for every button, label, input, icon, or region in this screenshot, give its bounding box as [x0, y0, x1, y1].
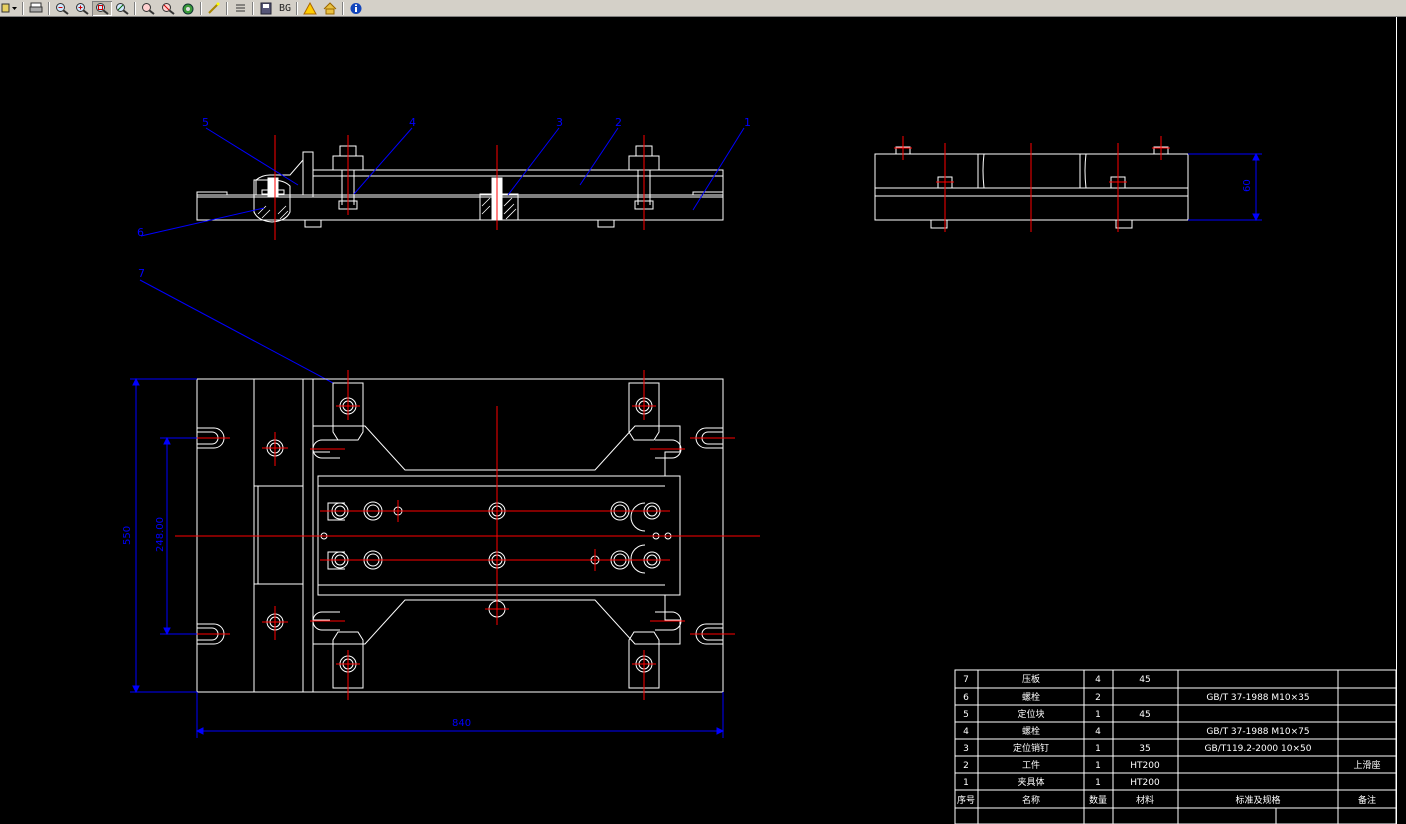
- bom-cell-name: 螺栓: [1022, 691, 1040, 703]
- balloon-4: 4: [409, 116, 416, 129]
- bom-cell-material: HT200: [1130, 778, 1160, 788]
- bom-cell-name: 定位销钉: [1013, 742, 1049, 754]
- bom-cell-standard: GB/T119.2-2000 10×50: [1205, 744, 1312, 754]
- dim-side-height: 60: [1242, 179, 1253, 192]
- bom-cell-no: 1: [963, 778, 969, 788]
- dim-total-height: 550: [122, 526, 133, 545]
- balloon-7: 7: [138, 267, 145, 280]
- bom-cell-name: 压板: [1022, 673, 1040, 685]
- bom-cell-name: 工件: [1022, 759, 1040, 771]
- bom-header-qty: 数量: [1089, 794, 1107, 806]
- toolbar-separator: [200, 1, 202, 15]
- color-dropdown-icon[interactable]: [0, 1, 20, 16]
- bom-cell-material: HT200: [1130, 761, 1160, 771]
- warning-icon[interactable]: [300, 1, 320, 16]
- balloon-3: 3: [556, 116, 563, 129]
- toolbar-separator: [48, 1, 50, 15]
- bom-cell-material: 45: [1139, 675, 1150, 685]
- bom-cell-no: 4: [963, 727, 969, 737]
- balloon-6: 6: [137, 226, 144, 239]
- toolbar-separator: [22, 1, 24, 15]
- toolbar-separator: [134, 1, 136, 15]
- zoom-extents-icon[interactable]: [158, 1, 178, 16]
- bom-cell-qty: 1: [1095, 710, 1101, 720]
- cad-drawing-canvas[interactable]: 1 2 3 4 5 6 7 60 550 248.00 840 7 压板 4 4…: [0, 17, 1396, 824]
- bom-header-material: 材料: [1136, 794, 1154, 806]
- toolbar-separator: [342, 1, 345, 15]
- bom-cell-qty: 4: [1095, 727, 1101, 737]
- toolbar-separator: [226, 1, 228, 15]
- zoom-out-icon[interactable]: [52, 1, 72, 16]
- bom-cell-no: 6: [963, 693, 969, 703]
- bom-header-no: 序号: [957, 794, 975, 806]
- bom-cell-name: 定位块: [1017, 708, 1044, 720]
- print-icon[interactable]: [26, 1, 46, 16]
- bom-header-note: 备注: [1358, 794, 1376, 806]
- window-right-edge: [1396, 17, 1406, 824]
- toolbar-separator: [296, 1, 299, 15]
- bom-cell-qty: 1: [1095, 778, 1101, 788]
- home-icon[interactable]: [320, 1, 340, 16]
- bom-cell-no: 2: [963, 761, 969, 771]
- dim-total-width: 840: [452, 718, 471, 729]
- zoom-in-icon[interactable]: [72, 1, 92, 16]
- zoom-all-icon[interactable]: [138, 1, 158, 16]
- pan-icon[interactable]: [112, 1, 132, 16]
- bg-button[interactable]: BG: [276, 3, 294, 14]
- bom-cell-qty: 1: [1095, 761, 1101, 771]
- bom-cell-material: 35: [1139, 744, 1150, 754]
- bom-cell-note: 上滑座: [1353, 759, 1380, 771]
- toolbar: BG: [0, 0, 1406, 17]
- balloon-5: 5: [202, 116, 209, 129]
- bom-cell-qty: 4: [1095, 675, 1101, 685]
- bom-cell-no: 5: [963, 710, 969, 720]
- balloon-2: 2: [615, 116, 622, 129]
- properties-icon[interactable]: [230, 1, 250, 16]
- bom-cell-no: 7: [963, 675, 969, 685]
- toolbar-separator: [252, 1, 254, 15]
- bom-header-name: 名称: [1022, 794, 1040, 806]
- bom-cell-material: 45: [1139, 710, 1150, 720]
- bom-header-standard: 标准及规格: [1235, 794, 1280, 806]
- bom-cell-qty: 1: [1095, 744, 1101, 754]
- info-icon[interactable]: [346, 1, 366, 16]
- bom-cell-name: 夹具体: [1017, 776, 1044, 788]
- bom-cell-name: 螺栓: [1022, 725, 1040, 737]
- layers-icon[interactable]: [178, 1, 198, 16]
- measure-icon[interactable]: [204, 1, 224, 16]
- save-icon[interactable]: [256, 1, 276, 16]
- bom-cell-standard: GB/T 37-1988 M10×35: [1206, 693, 1309, 703]
- bom-cell-no: 3: [963, 744, 969, 754]
- bom-cell-standard: GB/T 37-1988 M10×75: [1206, 727, 1309, 737]
- balloon-1: 1: [744, 116, 751, 129]
- bom-cell-qty: 2: [1095, 693, 1101, 703]
- dim-slot-spacing: 248.00: [155, 517, 166, 552]
- zoom-window-icon[interactable]: [92, 0, 112, 16]
